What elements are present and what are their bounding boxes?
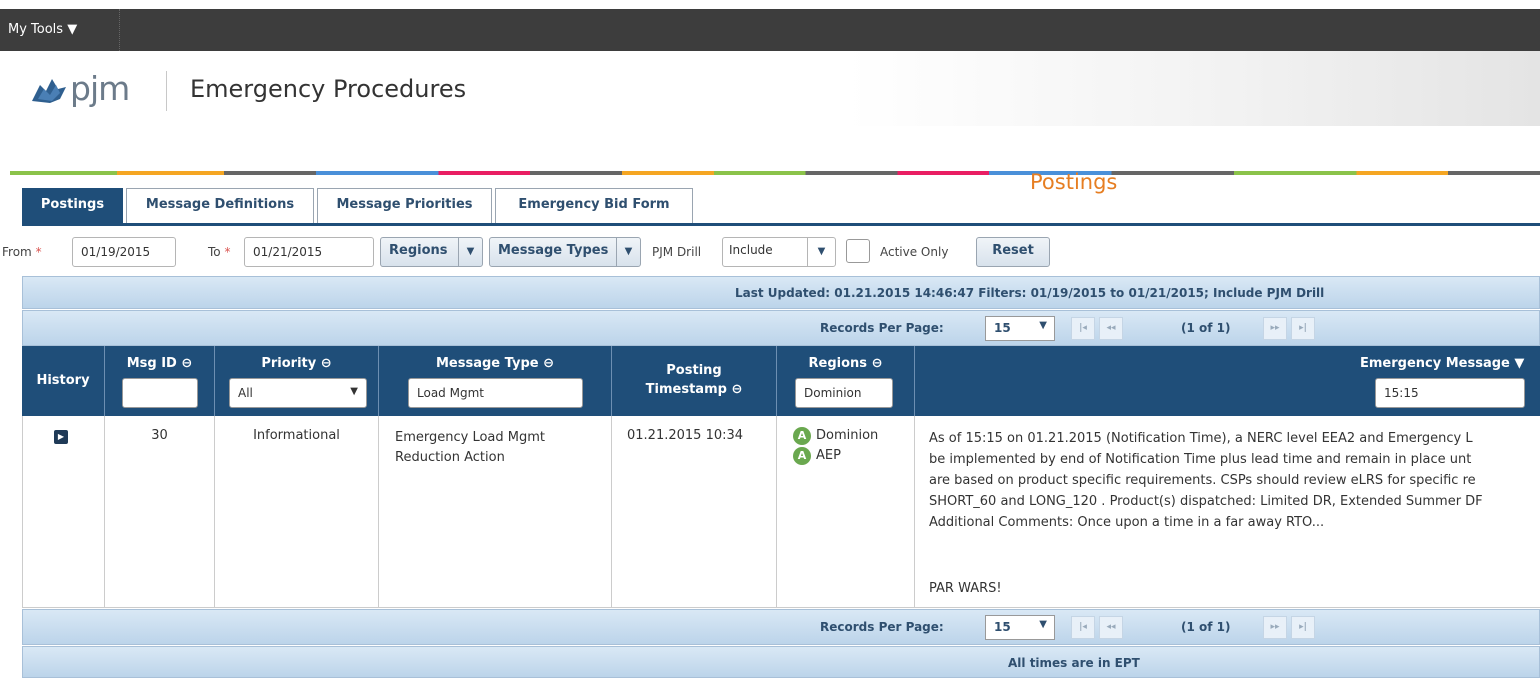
- priority-filter-value: All: [238, 386, 253, 400]
- page-count: (1 of 1): [1181, 321, 1231, 335]
- chevron-down-icon: ▼: [807, 238, 835, 266]
- regions-dropdown-label: Regions: [389, 243, 448, 258]
- regions-dropdown[interactable]: Regions ▼: [380, 237, 483, 267]
- cell-regions: A Dominion A AEP: [777, 416, 915, 608]
- emergency-message-filter-input[interactable]: 15:15: [1375, 378, 1525, 408]
- page-count: (1 of 1): [1181, 620, 1231, 634]
- chevron-down-icon: ▼: [1039, 619, 1047, 630]
- prev-page-button[interactable]: ◂◂: [1099, 317, 1123, 340]
- col-message-type[interactable]: Message Type ⊖ Load Mgmt: [379, 346, 612, 416]
- last-updated-text: Last Updated: 01.21.2015 14:46:47 Filter…: [735, 286, 1325, 300]
- message-types-dropdown[interactable]: Message Types ▼: [489, 237, 641, 267]
- col-regions-title[interactable]: Regions ⊖: [777, 356, 914, 371]
- emergency-message-footer: PAR WARS!: [929, 581, 1002, 596]
- cell-message-type: Emergency Load Mgmt Reduction Action: [379, 416, 612, 608]
- grid-header: History Msg ID ⊖ Priority ⊖ All ▼ Messag…: [22, 346, 1540, 416]
- logo-wordmark: pjm: [70, 69, 130, 108]
- chevron-down-icon: ▼: [616, 238, 640, 266]
- app-title: Emergency Procedures: [190, 75, 467, 103]
- cell-posting-timestamp: 01.21.2015 10:34: [612, 416, 777, 608]
- active-only-label: Active Only: [880, 245, 949, 259]
- last-page-button[interactable]: ▸|: [1291, 616, 1315, 639]
- pjm-drill-label: PJM Drill: [652, 245, 702, 259]
- records-per-page-select[interactable]: 15 ▼: [985, 615, 1055, 640]
- col-regions[interactable]: Regions ⊖ Dominion: [777, 346, 915, 416]
- time-zone-note: All times are in EPT: [1008, 656, 1140, 670]
- brand-divider: [166, 71, 167, 111]
- region-status-badge: A: [793, 427, 811, 445]
- col-history: History: [22, 346, 105, 416]
- active-only-checkbox[interactable]: [846, 239, 870, 263]
- col-priority-title[interactable]: Priority ⊖: [215, 356, 378, 371]
- col-posting-title-line1[interactable]: Posting: [612, 363, 776, 378]
- cell-emergency-message: As of 15:15 on 01.21.2015 (Notification …: [915, 416, 1540, 608]
- msg-id-filter-input[interactable]: [122, 378, 198, 408]
- first-page-button[interactable]: |◂: [1071, 616, 1095, 639]
- pjm-drill-value: Include: [729, 243, 773, 257]
- region-name: AEP: [816, 448, 841, 463]
- emergency-message-text: As of 15:15 on 01.21.2015 (Notification …: [929, 431, 1483, 530]
- region-item-aep: A AEP: [793, 446, 914, 466]
- chevron-down-icon: ▼: [350, 386, 358, 397]
- to-label: To *: [208, 245, 231, 259]
- from-label: From *: [2, 245, 42, 259]
- region-item-dominion: A Dominion: [793, 426, 914, 446]
- region-name: Dominion: [816, 428, 879, 443]
- tab-underline: [22, 223, 1540, 226]
- brand-header: pjm Emergency Procedures: [0, 51, 1540, 175]
- chevron-down-icon: ▼: [1039, 320, 1047, 331]
- pjm-logo[interactable]: pjm: [30, 69, 160, 108]
- next-page-button[interactable]: ▸▸: [1263, 317, 1287, 340]
- from-date-input[interactable]: 01/19/2015: [72, 237, 176, 267]
- col-msg-id-title[interactable]: Msg ID ⊖: [105, 356, 214, 371]
- records-per-page-value: 15: [994, 321, 1011, 335]
- col-msg-id[interactable]: Msg ID ⊖: [105, 346, 215, 416]
- page-title: Postings: [1030, 170, 1118, 194]
- records-per-page-label: Records Per Page:: [820, 620, 944, 634]
- priority-filter-select[interactable]: All ▼: [229, 378, 367, 408]
- pjm-logo-icon: [32, 79, 66, 103]
- records-per-page-value: 15: [994, 620, 1011, 634]
- pager-bottom: Records Per Page: 15 ▼ |◂ ◂◂ (1 of 1) ▸▸…: [22, 609, 1540, 645]
- tab-postings[interactable]: Postings: [22, 188, 123, 224]
- reset-button[interactable]: Reset: [976, 237, 1050, 267]
- message-types-dropdown-label: Message Types: [498, 243, 609, 258]
- prev-page-button[interactable]: ◂◂: [1099, 616, 1123, 639]
- color-stripe: [10, 171, 1540, 175]
- message-type-filter-input[interactable]: Load Mgmt: [408, 378, 583, 408]
- tab-message-definitions[interactable]: Message Definitions: [126, 188, 314, 224]
- cell-priority: Informational: [215, 416, 379, 608]
- expand-history-icon[interactable]: ▶: [54, 430, 68, 444]
- first-page-button[interactable]: |◂: [1071, 317, 1095, 340]
- col-posting-timestamp[interactable]: Posting Timestamp ⊖: [612, 346, 777, 416]
- cell-msg-id: 30: [105, 416, 215, 608]
- pjm-drill-select[interactable]: Include ▼: [722, 237, 836, 267]
- to-date-input[interactable]: 01/21/2015: [244, 237, 374, 267]
- table-row[interactable]: ▶ 30 Informational Emergency Load Mgmt R…: [22, 416, 1540, 608]
- filter-bar: From * 01/19/2015 To * 01/21/2015 Region…: [0, 236, 1540, 268]
- footer-bar: All times are in EPT: [22, 646, 1540, 678]
- cell-history: ▶: [23, 416, 105, 608]
- status-bar: Last Updated: 01.21.2015 14:46:47 Filter…: [22, 276, 1540, 309]
- records-per-page-label: Records Per Page:: [820, 321, 944, 335]
- last-page-button[interactable]: ▸|: [1291, 317, 1315, 340]
- tab-emergency-bid-form[interactable]: Emergency Bid Form: [495, 188, 693, 224]
- chevron-down-icon: ▼: [458, 238, 482, 266]
- col-history-title: History: [36, 373, 90, 388]
- tab-message-priorities[interactable]: Message Priorities: [317, 188, 492, 224]
- col-emergency-message[interactable]: Emergency Message ▼ 15:15: [915, 346, 1540, 416]
- col-posting-title-line2[interactable]: Timestamp ⊖: [612, 382, 776, 397]
- col-emergency-message-title[interactable]: Emergency Message ▼: [1360, 356, 1524, 371]
- regions-filter-input[interactable]: Dominion: [795, 378, 893, 408]
- my-tools-menu[interactable]: My Tools ▼: [8, 9, 120, 51]
- next-page-button[interactable]: ▸▸: [1263, 616, 1287, 639]
- pager-top: Records Per Page: 15 ▼ |◂ ◂◂ (1 of 1) ▸▸…: [22, 310, 1540, 346]
- records-per-page-select[interactable]: 15 ▼: [985, 316, 1055, 341]
- region-status-badge: A: [793, 447, 811, 465]
- col-priority[interactable]: Priority ⊖ All ▼: [215, 346, 379, 416]
- col-message-type-title[interactable]: Message Type ⊖: [379, 356, 611, 371]
- top-bar: My Tools ▼: [0, 9, 1540, 51]
